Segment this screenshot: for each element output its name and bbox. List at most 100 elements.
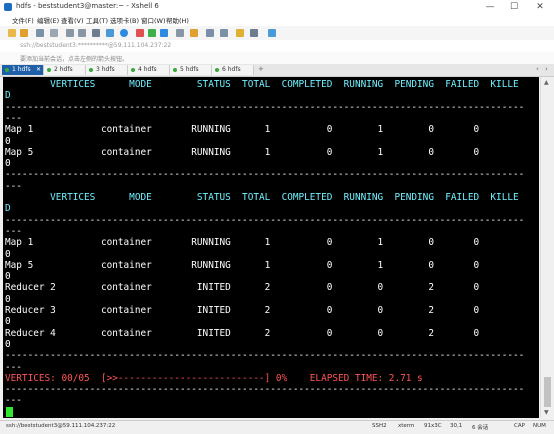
terminal-line: --- <box>5 112 22 124</box>
status-sessions: 6 会话 <box>472 425 489 431</box>
terminal-line: --- <box>5 361 22 373</box>
tab-scroll-right-icon[interactable]: › <box>545 65 548 73</box>
scroll-down-icon[interactable]: ▼ <box>544 409 549 416</box>
scroll-up-icon[interactable]: ▲ <box>544 79 549 86</box>
tab-hdfs-4[interactable]: 4 hdfs <box>128 65 170 75</box>
tab-label: 3 hdfs <box>96 66 115 73</box>
status-connection: ssh://beststudent3@59.111.104.237:22 <box>6 423 116 429</box>
tab-label: 4 hdfs <box>138 66 157 73</box>
terminal-line: --- <box>5 180 22 192</box>
address-input[interactable]: ssh://beststudent3:**********@59.111.104… <box>20 42 171 49</box>
terminal-line: Map 5 container RUNNING 1 0 1 0 0 <box>5 146 480 158</box>
connected-status-icon <box>47 68 51 72</box>
status-size: 91x3C <box>424 423 442 429</box>
terminal-line: 0 <box>5 135 11 147</box>
xftp-icon[interactable] <box>136 29 144 37</box>
session-tab-bar: 1 hdfs ✕ 2 hdfs 3 hdfs 4 hdfs 5 hdfs 6 h… <box>0 64 554 77</box>
status-caps: CAP <box>514 423 525 429</box>
menu-file[interactable]: 文件(F) <box>12 15 34 25</box>
terminal-line: ----------------------------------------… <box>5 169 525 181</box>
copy-icon[interactable] <box>66 29 74 37</box>
tab-hdfs-6[interactable]: 6 hdfs <box>212 65 254 75</box>
new-tab-icon[interactable]: + <box>258 65 264 73</box>
reconnect-icon[interactable] <box>50 29 58 37</box>
tab-hdfs-1[interactable]: 1 hdfs ✕ <box>2 65 44 75</box>
terminal-line: Reducer 3 container INITED 2 0 0 2 0 <box>5 305 480 316</box>
title-bar: hdfs - beststudent3@master:~ - Xshell 6 … <box>0 0 554 15</box>
session-hint-text: 要添加当前会话，点击左侧的箭头按钮。 <box>20 56 129 63</box>
tab-hdfs-3[interactable]: 3 hdfs <box>86 65 128 75</box>
maximize-button[interactable]: ☐ <box>502 0 526 14</box>
highlight-icon[interactable] <box>236 29 244 37</box>
terminal-line: ----------------------------------------… <box>5 384 525 396</box>
scrollbar-thumb[interactable] <box>544 377 551 407</box>
paste-icon[interactable] <box>78 29 86 37</box>
terminal-line: Map 1 container RUNNING 1 0 1 0 0 <box>5 124 480 136</box>
connected-status-icon <box>5 68 9 72</box>
terminal-scrollbar[interactable]: ▲ ▼ <box>540 77 554 418</box>
properties-icon[interactable] <box>106 29 114 37</box>
lock-icon[interactable] <box>190 29 198 37</box>
status-terminal-type: xterm <box>398 423 415 429</box>
terminal-line: 0 <box>5 271 11 283</box>
connected-status-icon <box>173 68 177 72</box>
disconnect-icon[interactable] <box>36 29 44 37</box>
open-folder-icon[interactable] <box>20 29 28 37</box>
menu-tools[interactable]: 工具(T) <box>86 15 108 25</box>
window-title: hdfs - beststudent3@master:~ - Xshell 6 <box>16 2 159 10</box>
terminal-line: ----------------------------------------… <box>5 214 525 226</box>
terminal-line: Map 5 container RUNNING 1 0 1 0 0 <box>5 259 480 271</box>
terminal-line: 0 <box>5 248 11 260</box>
terminal-line: 0 <box>5 158 11 170</box>
tab-label: 5 hdfs <box>180 66 199 73</box>
new-session-icon[interactable] <box>8 29 16 37</box>
xshell-app-icon <box>4 3 12 11</box>
connected-status-icon <box>89 68 93 72</box>
connected-status-icon <box>131 68 135 72</box>
terminal-output[interactable]: VERTICES MODE STATUS TOTAL COMPLETED RUN… <box>3 77 539 418</box>
tile-icon[interactable] <box>250 29 258 37</box>
compose-icon[interactable] <box>220 29 228 37</box>
help-icon[interactable] <box>268 29 276 37</box>
tab-scroll-left-icon[interactable]: ‹ <box>536 65 539 73</box>
minimize-button[interactable]: — <box>478 0 502 14</box>
terminal-line: VERTICES MODE STATUS TOTAL COMPLETED RUN… <box>5 192 519 203</box>
menu-edit[interactable]: 编辑(E) <box>37 15 59 25</box>
layout-icon[interactable] <box>206 29 214 37</box>
menu-bar: 文件(F) 编辑(E) 查看(V) 工具(T) 选项卡(B) 窗口(W) 帮助(… <box>0 14 554 26</box>
find-icon[interactable] <box>92 29 100 37</box>
menu-help[interactable]: 帮助(H) <box>166 15 189 25</box>
status-bar: ssh://beststudent3@59.111.104.237:22 SSH… <box>0 420 554 434</box>
terminal-line: ----------------------------------------… <box>5 101 525 113</box>
terminal-line: Reducer 4 container INITED 2 0 0 2 0 <box>5 327 480 339</box>
script-icon[interactable] <box>160 29 168 37</box>
tab-label: 2 hdfs <box>54 66 73 73</box>
terminal-line: 0 <box>5 316 11 328</box>
connected-status-icon <box>215 68 219 72</box>
globe-icon[interactable] <box>120 29 128 37</box>
tab-label: 6 hdfs <box>222 66 241 73</box>
status-num: NUM <box>533 423 546 429</box>
terminal-line: VERTICES: 00/05 [>>---------------------… <box>5 372 423 384</box>
menu-window[interactable]: 窗口(W) <box>141 15 166 25</box>
terminal-line: 0 <box>5 293 11 305</box>
status-protocol: SSH2 <box>372 423 387 429</box>
terminal-line: Reducer 2 container INITED 2 0 0 2 0 <box>5 282 480 294</box>
close-button[interactable]: ✕ <box>528 0 552 14</box>
terminal-line: D <box>5 90 11 102</box>
tab-hdfs-5[interactable]: 5 hdfs <box>170 65 212 75</box>
terminal-line: Map 1 container RUNNING 1 0 1 0 0 <box>5 237 480 249</box>
menu-view[interactable]: 查看(V) <box>61 15 84 25</box>
terminal-line: --- <box>5 395 22 407</box>
status-position: 30,1 <box>450 423 463 429</box>
terminal-line: D <box>5 203 11 215</box>
terminal-line: ----------------------------------------… <box>5 350 525 362</box>
terminal-cursor <box>6 407 13 417</box>
xmanager-icon[interactable] <box>148 29 156 37</box>
menu-tab[interactable]: 选项卡(B) <box>110 15 139 25</box>
tab-label: 1 hdfs <box>12 66 31 73</box>
keyboard-icon[interactable] <box>176 29 184 37</box>
tab-hdfs-2[interactable]: 2 hdfs <box>44 65 86 75</box>
tab-close-icon[interactable]: ✕ <box>36 65 41 75</box>
terminal-line: VERTICES MODE STATUS TOTAL COMPLETED RUN… <box>5 79 519 90</box>
